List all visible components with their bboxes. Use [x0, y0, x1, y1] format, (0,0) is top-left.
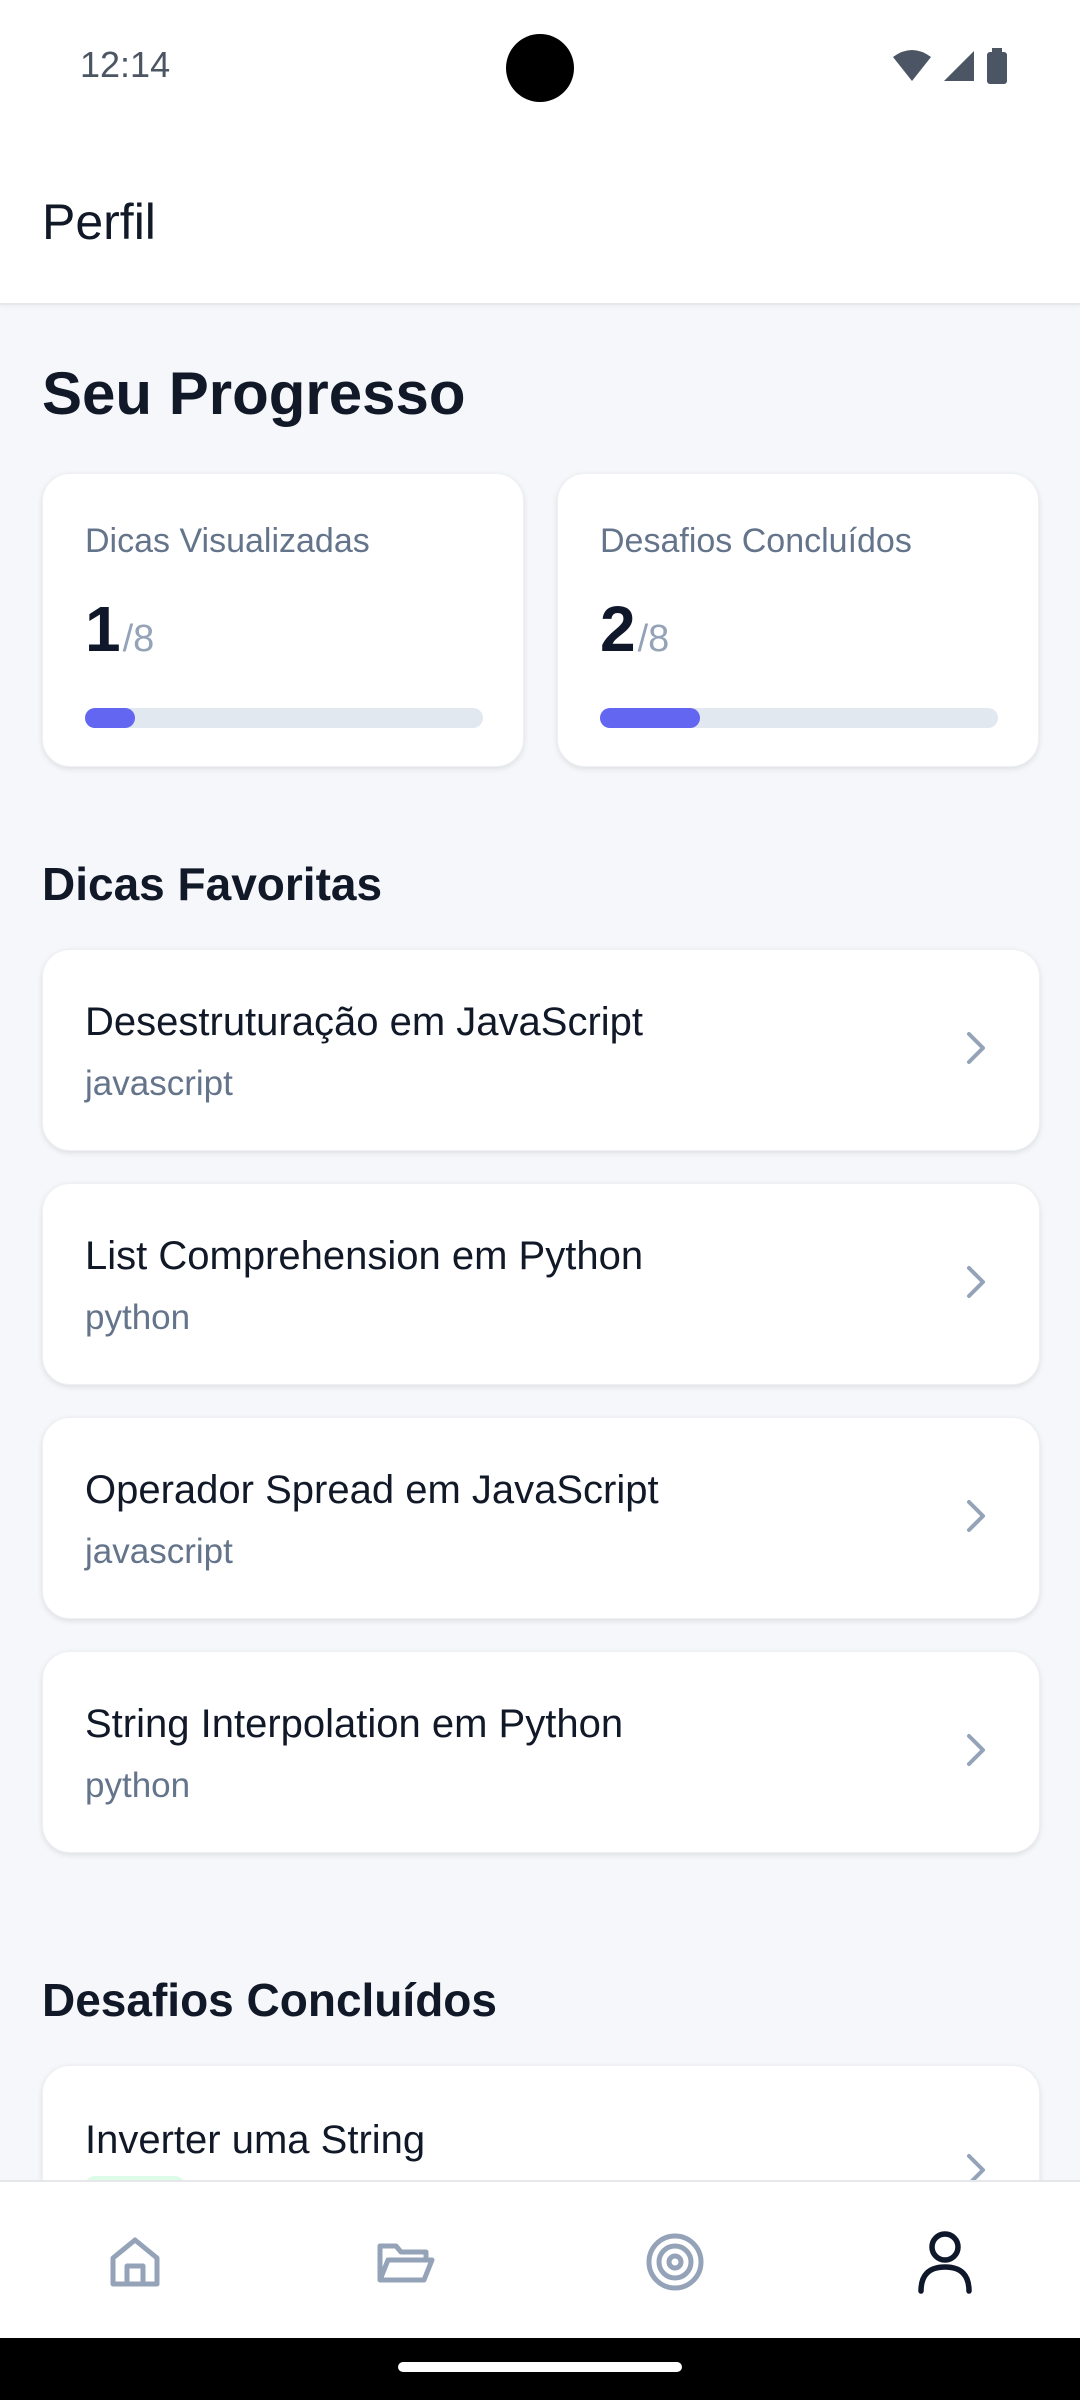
progress-heading: Seu Progresso [42, 360, 466, 427]
tip-title: Operador Spread em JavaScript [85, 1468, 659, 1512]
bottom-navigation [0, 2180, 1080, 2340]
tip-language: javascript [85, 1064, 233, 1103]
tip-language: python [85, 1766, 191, 1805]
stat-value: 2/8 [600, 592, 669, 666]
progress-bar [600, 708, 998, 728]
completed-challenge-item[interactable]: Inverter uma String [42, 2065, 1040, 2180]
tip-language: python [85, 1298, 191, 1337]
tip-language: javascript [85, 1532, 233, 1571]
camera-cutout [506, 34, 574, 102]
stat-total: /8 [122, 618, 155, 660]
app-header: Perfil [0, 135, 1080, 305]
favorites-heading: Dicas Favoritas [42, 858, 383, 910]
home-icon [110, 2237, 160, 2287]
chevron-right-icon [967, 2154, 985, 2180]
tips-viewed-card: Dicas Visualizadas 1/8 [42, 473, 524, 767]
tip-title: Desestruturação em JavaScript [85, 1000, 644, 1044]
signal-icon [944, 51, 974, 81]
system-gesture-bar [0, 2338, 1080, 2400]
nav-folders[interactable] [365, 2222, 445, 2302]
chevron-right-icon [967, 1734, 985, 1766]
favorite-tip-item[interactable]: List Comprehension em Python python [42, 1183, 1040, 1385]
status-icons [892, 48, 1008, 84]
target-icon [646, 2233, 704, 2291]
folder-icon [377, 2243, 435, 2283]
favorite-tip-item[interactable]: String Interpolation em Python python [42, 1651, 1040, 1853]
stat-label: Dicas Visualizadas [85, 522, 370, 560]
profile-icon [918, 2231, 972, 2294]
challenges-completed-card: Desafios Concluídos 2/8 [557, 473, 1039, 767]
favorite-tip-item[interactable]: Operador Spread em JavaScript javascript [42, 1417, 1040, 1619]
chevron-right-icon [967, 1032, 985, 1064]
nav-challenges[interactable] [635, 2222, 715, 2302]
profile-content[interactable]: Seu Progresso Dicas Visualizadas 1/8 Des… [0, 305, 1080, 2180]
nav-profile[interactable] [905, 2222, 985, 2302]
progress-fill [600, 708, 700, 728]
status-time: 12:14 [80, 44, 171, 85]
wifi-icon [893, 50, 931, 81]
page-title: Perfil [42, 194, 156, 250]
progress-bar [85, 708, 483, 728]
stat-count: 2 [600, 593, 636, 665]
completed-challenges-heading: Desafios Concluídos [42, 1974, 497, 2026]
chevron-right-icon [967, 1266, 985, 1298]
stat-label: Desafios Concluídos [600, 522, 912, 560]
progress-fill [85, 708, 135, 728]
chevron-right-icon [967, 1500, 985, 1532]
stat-value: 1/8 [85, 592, 154, 666]
tip-title: String Interpolation em Python [85, 1702, 624, 1746]
tip-title: List Comprehension em Python [85, 1234, 644, 1278]
favorite-tip-item[interactable]: Desestruturação em JavaScript javascript [42, 949, 1040, 1151]
battery-icon [987, 48, 1007, 84]
nav-home[interactable] [95, 2222, 175, 2302]
stat-total: /8 [637, 618, 670, 660]
status-bar: 12:14 [0, 0, 1080, 135]
stat-count: 1 [85, 593, 121, 665]
home-indicator[interactable] [398, 2362, 682, 2372]
challenge-title: Inverter uma String [85, 2118, 426, 2162]
